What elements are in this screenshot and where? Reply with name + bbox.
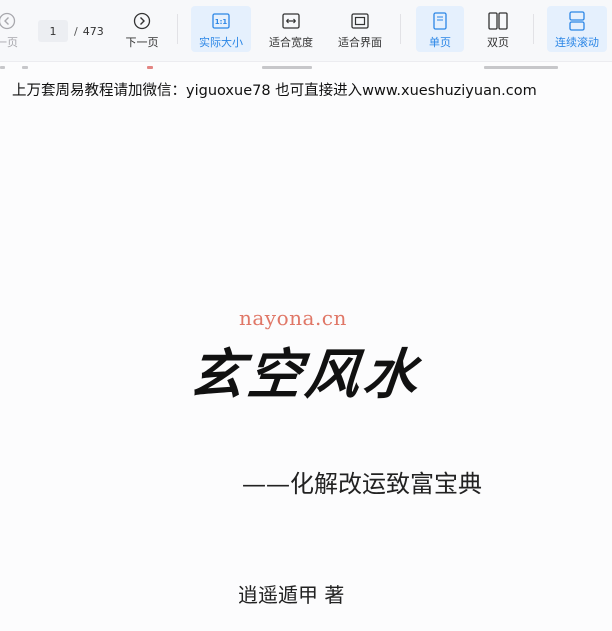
page-separator: / <box>74 24 78 38</box>
text-fragment <box>0 66 5 69</box>
double-page-button[interactable]: 双页 <box>474 6 522 52</box>
continuous-scroll-label: 连续滚动 <box>555 36 599 49</box>
fit-page-button[interactable]: 适合界面 <box>331 6 389 52</box>
fit-width-button[interactable]: 适合宽度 <box>262 6 320 52</box>
fit-page-icon <box>351 10 369 32</box>
continuous-scroll-button[interactable]: 连续滚动 <box>547 6 607 52</box>
toolbar-divider <box>533 14 534 44</box>
prev-page-label: 一页 <box>0 36 18 49</box>
continuous-scroll-icon <box>568 10 586 32</box>
fit-width-label: 适合宽度 <box>269 36 313 49</box>
single-page-label: 单页 <box>429 36 451 49</box>
current-page-input[interactable]: 1 <box>38 20 68 42</box>
book-title: 玄空风水 <box>186 342 425 406</box>
actual-size-label: 实际大小 <box>199 36 243 49</box>
single-page-button[interactable]: 单页 <box>416 6 464 52</box>
viewer-toolbar: 一页 1 / 473 下一页 1:1 实际大小 适合宽度 适合界面 单页 双页 … <box>0 0 612 62</box>
book-author: 逍遥遁甲 著 <box>238 583 345 607</box>
fit-page-label: 适合界面 <box>338 36 382 49</box>
fit-width-icon <box>282 10 300 32</box>
text-fragment <box>147 66 153 69</box>
document-page[interactable]: 上万套周易教程请加微信：yiguoxue78 也可直接进入www.xueshuz… <box>0 62 612 631</box>
single-page-icon <box>433 10 447 32</box>
page-indicator: 1 / 473 <box>38 20 108 42</box>
watermark-text: nayona.cn <box>239 306 347 330</box>
svg-text:1:1: 1:1 <box>215 18 228 26</box>
text-fragment <box>262 66 312 69</box>
toolbar-divider <box>400 14 401 44</box>
actual-size-button[interactable]: 1:1 实际大小 <box>191 6 251 52</box>
one-to-one-icon: 1:1 <box>212 10 230 32</box>
book-subtitle: ——化解改运致富宝典 <box>242 470 482 498</box>
chevron-left-circle-icon <box>0 10 16 32</box>
promo-header-text: 上万套周易教程请加微信：yiguoxue78 也可直接进入www.xueshuz… <box>12 83 537 99</box>
total-pages: 473 <box>82 24 104 38</box>
text-fragment <box>22 66 28 69</box>
toolbar-divider <box>177 14 178 44</box>
text-fragment <box>484 66 558 69</box>
next-page-button[interactable]: 下一页 <box>118 6 166 52</box>
previous-page-edge <box>0 62 612 72</box>
double-page-label: 双页 <box>487 36 509 49</box>
prev-page-button[interactable]: 一页 <box>0 6 26 52</box>
chevron-right-circle-icon <box>133 10 151 32</box>
next-page-label: 下一页 <box>125 36 159 49</box>
double-page-icon <box>488 10 508 32</box>
